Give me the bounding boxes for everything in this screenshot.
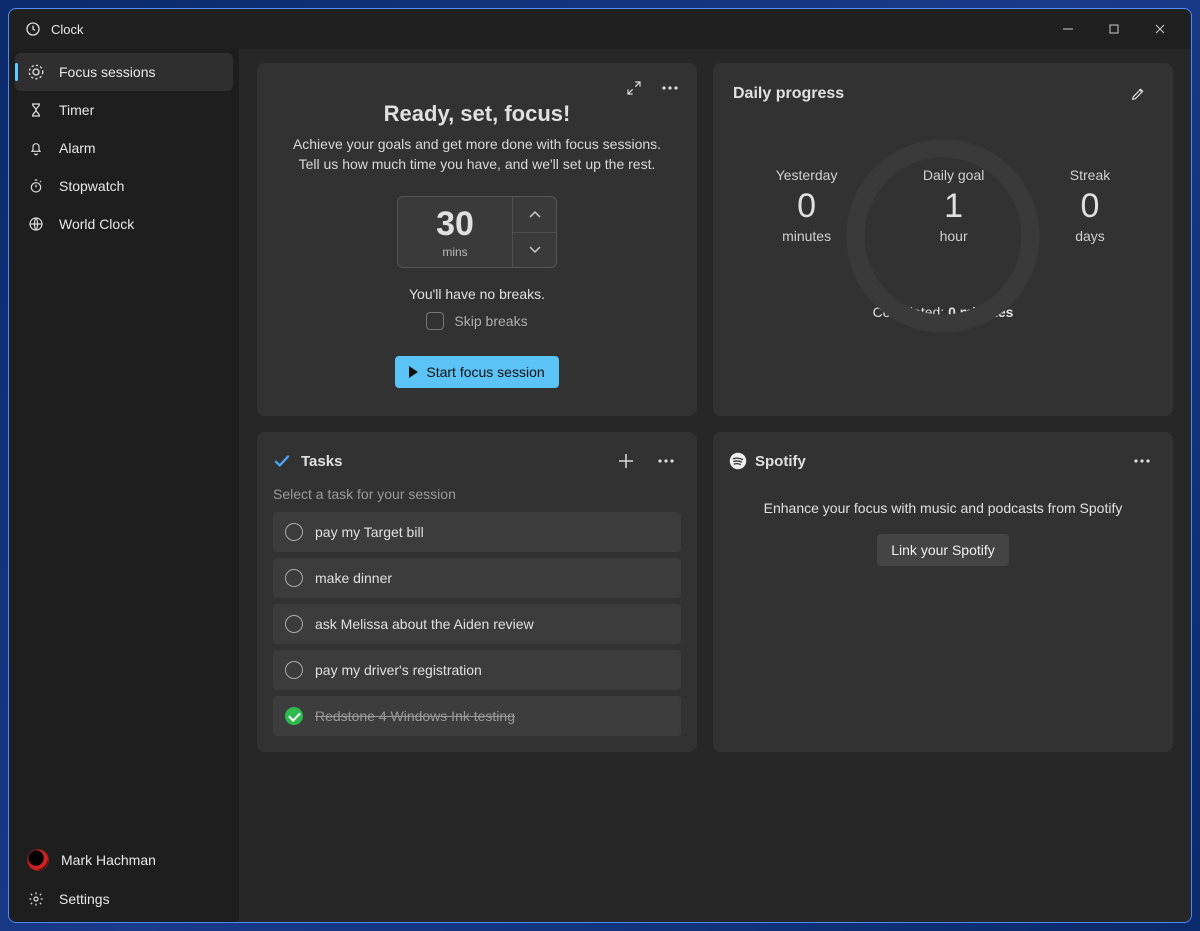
stat-value: 0 [1070,187,1110,226]
task-checkbox[interactable] [285,615,303,633]
nav-timer[interactable]: Timer [15,91,233,129]
task-label: ask Melissa about the Aiden review [315,616,534,632]
completed-value: 0 minutes [948,304,1013,320]
nav-label: Settings [59,891,110,907]
spotify-brand: Spotify [755,453,806,470]
user-name: Mark Hachman [61,852,156,868]
gear-icon [27,891,45,907]
nav-focus-sessions[interactable]: Focus sessions [15,53,233,91]
focus-collapse-button[interactable] [619,73,649,103]
skip-breaks-label: Skip breaks [454,313,527,329]
nav-label: Stopwatch [59,178,124,194]
nav-label: Alarm [59,140,96,156]
stat-unit: hour [923,228,984,244]
hourglass-icon [27,102,45,118]
play-icon [409,366,418,378]
globe-icon [27,216,45,232]
skip-breaks-checkbox[interactable] [426,312,444,330]
focus-icon [27,63,45,81]
focus-break-note: You'll have no breaks. [281,286,673,302]
nav-label: Focus sessions [59,64,155,80]
nav-label: Timer [59,102,94,118]
bell-icon [27,140,45,156]
window-maximize-button[interactable] [1091,14,1137,44]
stat-yesterday: Yesterday 0 minutes [776,137,838,244]
tasks-subtitle: Select a task for your session [273,486,681,502]
daily-progress-card: Daily progress Yesterday 0 minutes Daily… [713,63,1173,416]
stopwatch-icon [27,178,45,194]
stat-streak: Streak 0 days [1070,137,1110,244]
task-checkbox[interactable] [285,707,303,725]
completed-prefix: Completed: [873,304,948,320]
window-close-button[interactable] [1137,14,1183,44]
task-row[interactable]: ask Melissa about the Aiden review [273,604,681,644]
user-avatar-icon [27,849,49,871]
app-window: Clock Focus sessions Timer [8,8,1192,923]
focus-more-button[interactable] [655,73,685,103]
spotify-message: Enhance your focus with music and podcas… [729,498,1157,518]
stat-daily-goal: Daily goal 1 hour [923,137,984,244]
clock-app-icon [25,21,41,37]
tasks-more-button[interactable] [651,446,681,476]
titlebar-app: Clock [25,21,84,37]
titlebar: Clock [9,9,1191,49]
main-content: Ready, set, focus! Achieve your goals an… [239,49,1191,922]
focus-minutes-unit: mins [442,245,467,259]
task-label: make dinner [315,570,392,586]
focus-duration-picker[interactable]: 30 mins [397,196,557,268]
task-label: pay my driver's registration [315,662,482,678]
nav-stopwatch[interactable]: Stopwatch [15,167,233,205]
focus-heading: Ready, set, focus! [281,101,673,127]
stat-label: Daily goal [923,167,984,183]
skip-breaks-row[interactable]: Skip breaks [281,312,673,330]
stat-unit: minutes [776,228,838,244]
task-label: Redstone 4 Windows Ink testing [315,708,515,724]
sidebar: Focus sessions Timer Alarm Stopwatch [9,49,239,922]
stat-unit: days [1070,228,1110,244]
spotify-icon [729,452,747,470]
task-row[interactable]: pay my Target bill [273,512,681,552]
tasks-card: Tasks Select a task for your session pay… [257,432,697,752]
focus-duration-decrease[interactable] [513,232,556,268]
focus-minutes-value: 30 [436,207,474,241]
task-row[interactable]: Redstone 4 Windows Ink testing [273,696,681,736]
progress-completed: Completed: 0 minutes [733,304,1153,320]
stat-value: 1 [923,187,984,226]
stat-label: Yesterday [776,167,838,183]
nav-alarm[interactable]: Alarm [15,129,233,167]
link-spotify-button[interactable]: Link your Spotify [877,534,1009,566]
start-focus-session-button[interactable]: Start focus session [395,356,558,388]
task-label: pay my Target bill [315,524,424,540]
progress-title: Daily progress [733,85,844,103]
task-checkbox[interactable] [285,661,303,679]
focus-duration-display: 30 mins [398,197,512,267]
link-spotify-label: Link your Spotify [891,542,995,558]
focus-duration-increase[interactable] [513,197,556,232]
app-title: Clock [51,22,84,37]
start-button-label: Start focus session [426,364,544,380]
spotify-more-button[interactable] [1127,446,1157,476]
task-checkbox[interactable] [285,569,303,587]
sidebar-user[interactable]: Mark Hachman [15,840,233,880]
window-minimize-button[interactable] [1045,14,1091,44]
nav-label: World Clock [59,216,134,232]
task-checkbox[interactable] [285,523,303,541]
tasks-title: Tasks [301,453,342,470]
task-row[interactable]: pay my driver's registration [273,650,681,690]
nav-world-clock[interactable]: World Clock [15,205,233,243]
focus-session-card: Ready, set, focus! Achieve your goals an… [257,63,697,416]
spotify-card: Spotify Enhance your focus with music an… [713,432,1173,752]
stat-label: Streak [1070,167,1110,183]
edit-daily-goal-button[interactable] [1123,79,1153,109]
todo-app-icon [273,452,291,470]
stat-value: 0 [776,187,838,226]
focus-description: Achieve your goals and get more done wit… [281,135,673,174]
nav-settings[interactable]: Settings [15,880,233,918]
task-row[interactable]: make dinner [273,558,681,598]
add-task-button[interactable] [611,446,641,476]
task-list: pay my Target bill make dinner ask Melissa… [273,512,681,736]
